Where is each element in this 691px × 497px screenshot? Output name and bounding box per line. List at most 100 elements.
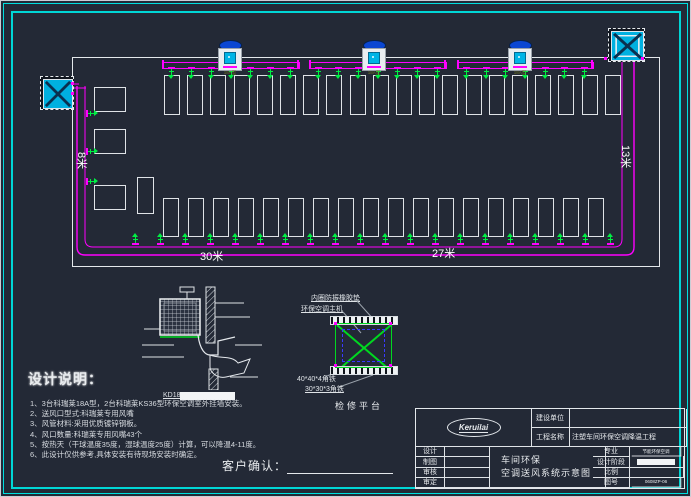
machine-block <box>396 75 412 115</box>
supply-outlet-arrow <box>407 233 419 245</box>
title-block: Keruilai 建设单位 工程名称 注塑车间环保空调降温工程 设计 制图 审核… <box>415 408 685 489</box>
supply-outlet-arrow <box>482 233 494 245</box>
supply-outlet-arrow <box>257 233 269 245</box>
design-notes-title: 设计说明： <box>28 369 103 389</box>
platform-inner-dashed <box>342 329 385 362</box>
machine-block <box>238 198 254 237</box>
customer-confirmation: 客户确认： <box>222 457 393 474</box>
supply-outlet-arrow <box>434 67 446 79</box>
machine-block <box>303 75 319 115</box>
design-note-item: 5、按热天（干球温度35度，湿球温度25度）计算，可以降温4-11度。 <box>30 440 360 450</box>
supply-outlet-arrow <box>463 67 475 79</box>
machine-block <box>187 75 203 115</box>
machine-block <box>213 198 229 237</box>
supply-outlet-arrow <box>287 67 299 79</box>
duct-connection-dot <box>71 92 74 95</box>
keruilai-logo: Keruilai <box>447 418 501 437</box>
duct-connection-dot <box>604 57 607 60</box>
supply-outlet-arrow <box>357 233 369 245</box>
supply-outlet-arrow <box>307 233 319 245</box>
scale-value <box>629 467 684 478</box>
machine-block <box>280 75 296 115</box>
machine-block <box>582 75 598 115</box>
supply-outlet-arrow <box>457 233 469 245</box>
design-notes-list: 1、3台科瑞莱18A型，2台科瑞莱KS36型环保空调室外挂墙安装。2、送风口型式… <box>30 399 360 460</box>
dimension-bottom-left: 30米 <box>200 248 223 264</box>
design-note-item: 1、3台科瑞莱18A型，2台科瑞莱KS36型环保空调室外挂墙安装。 <box>30 399 360 409</box>
supply-outlet-arrow <box>581 67 593 79</box>
supply-outlet-arrow <box>188 67 200 79</box>
machine-block <box>588 198 604 237</box>
customer-signature-line[interactable] <box>287 461 393 474</box>
machine-block <box>535 75 551 115</box>
design-note-item: 4、风口数量:科瑞莱专用风嘴43个 <box>30 430 360 440</box>
machine-block <box>466 75 482 115</box>
machine-block <box>488 198 504 237</box>
supply-outlet-arrow <box>483 67 495 79</box>
machine-block <box>605 75 621 115</box>
owner-label: 建设单位 <box>531 409 570 428</box>
machine-block <box>363 198 379 237</box>
stage-value-bar <box>637 459 675 465</box>
approve-value <box>444 477 490 488</box>
header-duct-endcap <box>162 60 164 69</box>
supply-outlet-arrow <box>232 233 244 245</box>
unit-body <box>611 31 644 61</box>
drawing-title-line1: 车间环保 <box>501 454 541 467</box>
platform-label-angle-b: 30*30*3角铁 <box>305 384 344 394</box>
machine-block <box>388 198 404 237</box>
supply-outlet-arrow <box>332 233 344 245</box>
duct-connection-dot <box>641 57 644 60</box>
owner-value <box>569 409 687 428</box>
supply-outlet-arrow <box>168 67 180 79</box>
supply-outlet-arrow <box>394 67 406 79</box>
supply-outlet-arrow <box>607 233 619 245</box>
supply-outlet-arrow <box>282 233 294 245</box>
supply-outlet-arrow <box>182 233 194 245</box>
fan-duct-connection <box>223 66 237 68</box>
machine-block <box>257 75 273 115</box>
machine-block <box>489 75 505 115</box>
supply-outlet-arrow <box>207 233 219 245</box>
customer-confirmation-label: 客户确认： <box>222 459 287 473</box>
machine-block <box>538 198 554 237</box>
machine-block <box>338 198 354 237</box>
machine-block <box>512 75 528 115</box>
supply-outlet-arrow <box>157 233 169 245</box>
wall-unit-right <box>608 28 645 62</box>
wall-mount-section-detail <box>140 285 270 390</box>
fan-model-label: 18A型 <box>362 69 385 75</box>
supply-outlet-arrow <box>532 233 544 245</box>
machine-block <box>210 75 226 115</box>
design-note-item: 2、送风口型式:科瑞莱专用风嘴 <box>30 409 360 419</box>
machine-block <box>563 198 579 237</box>
machine-block <box>463 198 479 237</box>
supply-outlet-arrow <box>382 233 394 245</box>
machine-block <box>263 198 279 237</box>
wall-unit-left <box>40 76 74 110</box>
supply-outlet-arrow <box>335 67 347 79</box>
drawing-title-cell: 车间环保 空调送风系统示意图 <box>489 446 606 488</box>
fan-model-label: 18A型 <box>508 69 531 75</box>
machine-block <box>558 75 574 115</box>
machine-block <box>373 75 389 115</box>
machine-block <box>94 185 126 210</box>
cad-drawing-canvas[interactable]: 18A型18A型18A型 8米 13米 30米 27米 KD18A <box>0 0 691 497</box>
machine-block <box>350 75 366 115</box>
machine-block <box>442 75 458 115</box>
machine-block <box>438 198 454 237</box>
machine-block <box>513 198 529 237</box>
machine-block <box>326 75 342 115</box>
machine-block <box>94 87 126 112</box>
supply-outlet-arrow <box>86 110 98 122</box>
design-note-item: 3、风管材料:采用优质镀锌钢板。 <box>30 419 360 429</box>
supply-outlet-arrow <box>507 233 519 245</box>
supply-outlet-arrow <box>267 67 279 79</box>
dimension-left: 8米 <box>74 152 90 169</box>
machine-block <box>164 75 180 115</box>
supply-outlet-arrow <box>432 233 444 245</box>
supply-outlet-arrow <box>582 233 594 245</box>
machine-block <box>313 198 329 237</box>
supply-outlet-arrow <box>247 67 259 79</box>
drawing-title-line2: 空调送风系统示意图 <box>501 467 591 480</box>
